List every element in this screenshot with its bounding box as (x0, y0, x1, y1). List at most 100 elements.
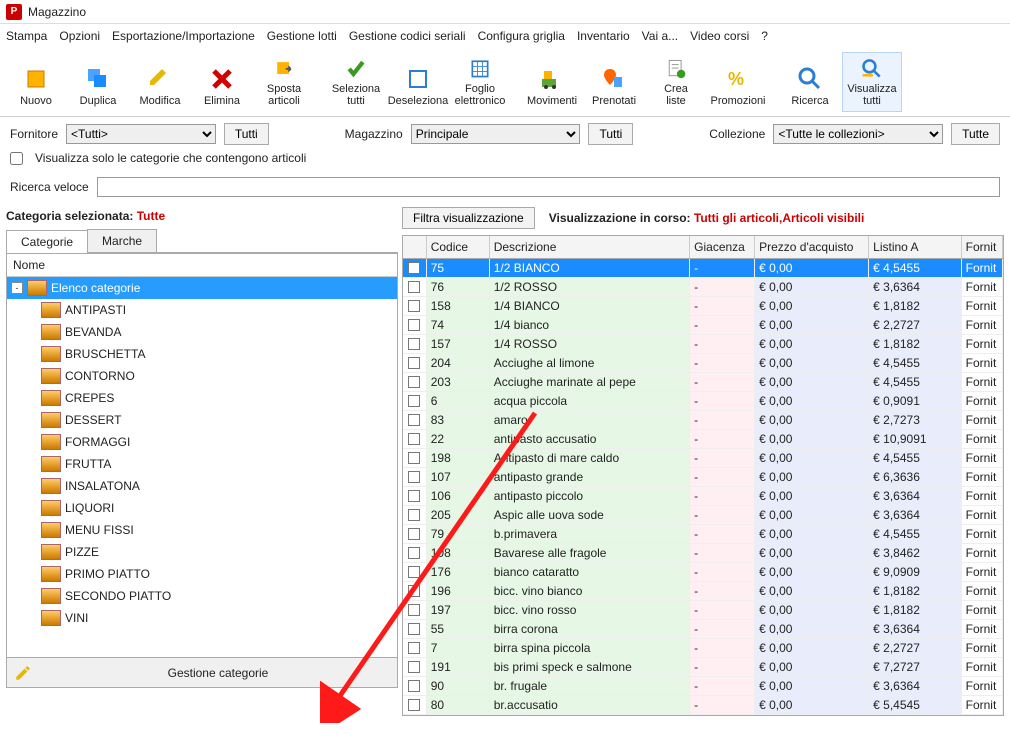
category-item[interactable]: SECONDO PIATTO (7, 585, 397, 607)
row-checkbox[interactable] (408, 414, 420, 426)
gestione-categorie-button[interactable]: Gestione categorie (6, 658, 398, 688)
toolbar-ricerca[interactable]: Ricerca (780, 52, 840, 112)
toolbar-movimenti[interactable]: Movimenti (522, 52, 582, 112)
row-checkbox[interactable] (408, 395, 420, 407)
table-row[interactable]: 106antipasto piccolo-€ 0,00€ 3,6364Forni… (403, 487, 1003, 506)
col-codice[interactable]: Codice (427, 236, 490, 258)
col-prezzo[interactable]: Prezzo d'acquisto (755, 236, 869, 258)
collezione-select[interactable]: <Tutte le collezioni> (773, 124, 943, 144)
toolbar-foglio-elettronico[interactable]: Foglioelettronico (450, 52, 510, 112)
quicksearch-input[interactable] (97, 177, 1000, 197)
tree-header[interactable]: Nome (7, 254, 397, 277)
menu-item[interactable]: Esportazione/Importazione (112, 29, 255, 43)
table-row[interactable]: 1581/4 BIANCO-€ 0,00€ 1,8182Fornit (403, 297, 1003, 316)
row-checkbox[interactable] (408, 585, 420, 597)
category-item[interactable]: VINI (7, 607, 397, 629)
row-checkbox[interactable] (408, 623, 420, 635)
menu-item[interactable]: Opzioni (59, 29, 100, 43)
row-checkbox[interactable] (408, 338, 420, 350)
category-item[interactable]: PIZZE (7, 541, 397, 563)
table-row[interactable]: 108Bavarese alle fragole-€ 0,00€ 3,8462F… (403, 544, 1003, 563)
row-checkbox[interactable] (408, 376, 420, 388)
toolbar-visualizza-tutti[interactable]: Visualizzatutti (842, 52, 902, 112)
toolbar-sposta-articoli[interactable]: Spostaarticoli (254, 52, 314, 112)
toolbar-deseleziona[interactable]: Deseleziona (388, 52, 448, 112)
table-row[interactable]: 176bianco cataratto-€ 0,00€ 9,0909Fornit (403, 563, 1003, 582)
table-row[interactable]: 204Acciughe al limone-€ 0,00€ 4,5455Forn… (403, 354, 1003, 373)
row-checkbox[interactable] (408, 433, 420, 445)
menu-item[interactable]: Vai a... (642, 29, 678, 43)
row-checkbox[interactable] (408, 566, 420, 578)
category-item[interactable]: BEVANDA (7, 321, 397, 343)
table-row[interactable]: 761/2 ROSSO-€ 0,00€ 3,6364Fornit (403, 278, 1003, 297)
fornitore-tutti-button[interactable]: Tutti (224, 123, 269, 145)
row-checkbox[interactable] (408, 490, 420, 502)
table-row[interactable]: 205Aspic alle uova sode-€ 0,00€ 3,6364Fo… (403, 506, 1003, 525)
category-item[interactable]: BRUSCHETTA (7, 343, 397, 365)
table-row[interactable]: 22antipasto accusatio-€ 0,00€ 10,9091For… (403, 430, 1003, 449)
category-item[interactable]: LIQUORI (7, 497, 397, 519)
magazzino-select[interactable]: Principale (411, 124, 581, 144)
table-row[interactable]: 107antipasto grande-€ 0,00€ 6,3636Fornit (403, 468, 1003, 487)
table-row[interactable]: 197bicc. vino rosso-€ 0,00€ 1,8182Fornit (403, 601, 1003, 620)
menu-item[interactable]: Configura griglia (478, 29, 565, 43)
category-item[interactable]: PRIMO PIATTO (7, 563, 397, 585)
toolbar-elimina[interactable]: Elimina (192, 52, 252, 112)
row-checkbox[interactable] (408, 699, 420, 711)
toolbar-prenotati[interactable]: Prenotati (584, 52, 644, 112)
category-item[interactable]: FRUTTA (7, 453, 397, 475)
table-row[interactable]: 1571/4 ROSSO-€ 0,00€ 1,8182Fornit (403, 335, 1003, 354)
table-row[interactable]: 90br. frugale-€ 0,00€ 3,6364Fornit (403, 677, 1003, 696)
filtra-visualizzazione-button[interactable]: Filtra visualizzazione (402, 207, 535, 229)
table-row[interactable]: 83amaro-€ 0,00€ 2,7273Fornit (403, 411, 1003, 430)
row-checkbox[interactable] (408, 509, 420, 521)
menu-item[interactable]: ? (761, 29, 768, 43)
table-row[interactable]: 191bis primi speck e salmone-€ 0,00€ 7,2… (403, 658, 1003, 677)
col-fornitore[interactable]: Fornit (962, 236, 1003, 258)
menu-item[interactable]: Gestione lotti (267, 29, 337, 43)
row-checkbox[interactable] (408, 281, 420, 293)
toolbar-nuovo[interactable]: Nuovo (6, 52, 66, 112)
menu-item[interactable]: Stampa (6, 29, 47, 43)
tab-categorie[interactable]: Categorie (6, 230, 88, 253)
row-checkbox[interactable] (408, 680, 420, 692)
row-checkbox[interactable] (408, 471, 420, 483)
row-checkbox[interactable] (408, 604, 420, 616)
tab-marche[interactable]: Marche (87, 229, 157, 252)
table-row[interactable]: 7birra spina piccola-€ 0,00€ 2,2727Forni… (403, 639, 1003, 658)
col-check[interactable] (403, 236, 427, 258)
row-checkbox[interactable] (408, 262, 420, 274)
table-row[interactable]: 741/4 bianco-€ 0,00€ 2,2727Fornit (403, 316, 1003, 335)
table-row[interactable]: 6acqua piccola-€ 0,00€ 0,9091Fornit (403, 392, 1003, 411)
table-row[interactable]: 198Antipasto di mare caldo-€ 0,00€ 4,545… (403, 449, 1003, 468)
collapse-icon[interactable]: - (11, 282, 23, 294)
fornitore-select[interactable]: <Tutti> (66, 124, 216, 144)
menu-item[interactable]: Video corsi (690, 29, 749, 43)
toolbar-duplica[interactable]: Duplica (68, 52, 128, 112)
only-cats-with-items-checkbox[interactable] (10, 152, 23, 165)
row-checkbox[interactable] (408, 528, 420, 540)
col-descrizione[interactable]: Descrizione (490, 236, 690, 258)
category-item[interactable]: CREPES (7, 387, 397, 409)
col-listino[interactable]: Listino A (869, 236, 961, 258)
row-checkbox[interactable] (408, 661, 420, 673)
table-row[interactable]: 80br.accusatio-€ 0,00€ 5,4545Fornit (403, 696, 1003, 715)
tree-root[interactable]: -Elenco categorie (7, 277, 397, 299)
row-checkbox[interactable] (408, 357, 420, 369)
toolbar-crea-liste[interactable]: Crealiste (646, 52, 706, 112)
toolbar-modifica[interactable]: Modifica (130, 52, 190, 112)
menu-item[interactable]: Gestione codici seriali (349, 29, 466, 43)
row-checkbox[interactable] (408, 547, 420, 559)
category-item[interactable]: FORMAGGI (7, 431, 397, 453)
table-row[interactable]: 79b.primavera-€ 0,00€ 4,5455Fornit (403, 525, 1003, 544)
row-checkbox[interactable] (408, 319, 420, 331)
category-item[interactable]: ANTIPASTI (7, 299, 397, 321)
category-item[interactable]: INSALATONA (7, 475, 397, 497)
category-item[interactable]: DESSERT (7, 409, 397, 431)
category-item[interactable]: MENU FISSI (7, 519, 397, 541)
table-row[interactable]: 55birra corona-€ 0,00€ 3,6364Fornit (403, 620, 1003, 639)
magazzino-tutti-button[interactable]: Tutti (588, 123, 633, 145)
table-row[interactable]: 751/2 BIANCO-€ 0,00€ 4,5455Fornit (403, 259, 1003, 278)
row-checkbox[interactable] (408, 452, 420, 464)
table-row[interactable]: 203Acciughe marinate al pepe-€ 0,00€ 4,5… (403, 373, 1003, 392)
